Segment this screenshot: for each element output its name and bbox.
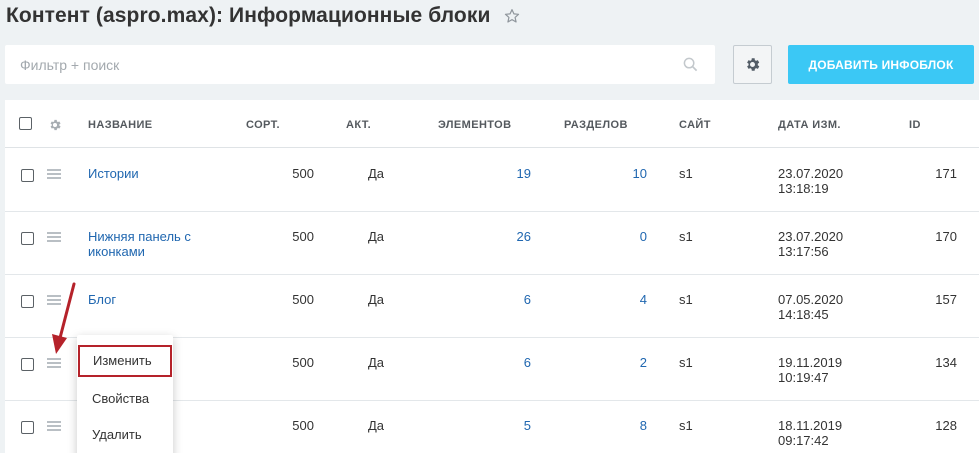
menu-item-delete[interactable]: Удалить [77, 419, 173, 451]
row-id: 170 [935, 229, 957, 244]
row-sort: 500 [292, 355, 314, 370]
gear-icon [747, 58, 760, 71]
filter-search-field[interactable] [5, 45, 715, 84]
row-date: 19.11.2019 10:19:47 [778, 355, 842, 385]
filter-search-input[interactable] [20, 56, 660, 73]
star-icon[interactable] [504, 8, 520, 24]
row-date-time: 09:17:42 [778, 433, 829, 448]
title-row: Контент (aspro.max): Информационные блок… [6, 2, 520, 30]
menu-item-properties[interactable]: Свойства [77, 383, 173, 415]
row-date-day: 19.11.2019 [778, 355, 843, 370]
row-name-link[interactable]: Истории [88, 166, 218, 181]
drag-handle-icon[interactable] [47, 169, 61, 181]
row-name-link[interactable]: Блог [88, 292, 218, 307]
table-row[interactable]: Истории 500 Да 19 10 s1 23.07.2020 13:18:… [5, 149, 979, 212]
menu-item-edit[interactable]: Изменить [78, 345, 172, 377]
row-id: 157 [935, 292, 957, 307]
row-site: s1 [679, 355, 693, 370]
add-infoblock-button[interactable]: ДОБАВИТЬ ИНФОБЛОК [788, 45, 974, 84]
row-id: 128 [935, 418, 957, 433]
row-active: Да [368, 229, 385, 244]
drag-handle-icon[interactable] [47, 232, 61, 244]
page-title: Контент (aspro.max): Информационные блок… [6, 4, 491, 27]
row-id: 134 [935, 355, 957, 370]
row-date-time: 13:18:19 [778, 181, 829, 196]
row-elements-link[interactable]: 26 [465, 229, 531, 244]
row-context-menu: Изменить Свойства Удалить [77, 335, 173, 453]
column-header-sections[interactable]: РАЗДЕЛОВ [564, 119, 628, 131]
row-sort: 500 [292, 292, 314, 307]
row-date-day: 23.07.2020 [778, 229, 844, 244]
row-id: 171 [935, 166, 957, 181]
row-date-time: 13:17:56 [778, 244, 829, 259]
row-site: s1 [679, 166, 693, 181]
row-sections-link[interactable]: 8 [585, 418, 647, 433]
row-checkbox[interactable] [21, 295, 34, 308]
row-date: 07.05.2020 14:18:45 [778, 292, 843, 322]
row-site: s1 [679, 418, 693, 433]
row-checkbox[interactable] [21, 358, 34, 371]
search-icon[interactable] [683, 57, 698, 77]
row-checkbox[interactable] [21, 232, 34, 245]
row-sections-link[interactable]: 2 [585, 355, 647, 370]
row-sections-link[interactable]: 10 [585, 166, 647, 181]
column-header-date[interactable]: ДАТА ИЗМ. [778, 119, 841, 131]
column-header-sort[interactable]: СОРТ. [246, 119, 280, 131]
settings-button[interactable] [733, 45, 772, 84]
grid-header: НАЗВАНИЕ СОРТ. АКТ. ЭЛЕМЕНТОВ РАЗДЕЛОВ С… [5, 100, 979, 148]
row-checkbox[interactable] [21, 169, 34, 182]
row-date-time: 14:18:45 [778, 307, 829, 322]
row-active: Да [368, 292, 385, 307]
row-sort: 500 [292, 229, 314, 244]
row-active: Да [368, 355, 385, 370]
row-active: Да [368, 418, 385, 433]
row-sections-link[interactable]: 0 [585, 229, 647, 244]
column-header-site[interactable]: САЙТ [679, 119, 711, 131]
column-header-name[interactable]: НАЗВАНИЕ [88, 119, 153, 131]
table-row[interactable]: Нижняя панель с иконками 500 Да 26 0 s1 … [5, 212, 979, 275]
row-site: s1 [679, 229, 693, 244]
row-date-day: 23.07.2020 [778, 166, 844, 181]
drag-handle-icon[interactable] [47, 421, 61, 433]
row-date: 18.11.2019 09:17:42 [778, 418, 842, 448]
row-checkbox[interactable] [21, 421, 34, 434]
row-elements-link[interactable]: 19 [465, 166, 531, 181]
row-date-day: 07.05.2020 [778, 292, 844, 307]
row-site: s1 [679, 292, 693, 307]
row-date: 23.07.2020 13:17:56 [778, 229, 843, 259]
row-elements-link[interactable]: 6 [465, 355, 531, 370]
row-elements-link[interactable]: 5 [465, 418, 531, 433]
column-settings-icon[interactable] [48, 118, 62, 137]
row-date: 23.07.2020 13:18:19 [778, 166, 843, 196]
column-header-id[interactable]: ID [909, 119, 921, 131]
row-sections-link[interactable]: 4 [585, 292, 647, 307]
row-date-day: 18.11.2019 [778, 418, 843, 433]
row-name-link[interactable]: Нижняя панель с иконками [88, 229, 208, 259]
row-date-time: 10:19:47 [778, 370, 829, 385]
row-elements-link[interactable]: 6 [465, 292, 531, 307]
table-row[interactable]: Блог 500 Да 6 4 s1 07.05.2020 14:18:45 15… [5, 275, 979, 338]
row-sort: 500 [292, 166, 314, 181]
column-header-elements[interactable]: ЭЛЕМЕНТОВ [438, 119, 511, 131]
arrow-icon [52, 282, 76, 354]
column-header-active[interactable]: АКТ. [346, 119, 371, 131]
row-sort: 500 [292, 418, 314, 433]
row-active: Да [368, 166, 385, 181]
select-all-checkbox[interactable] [19, 117, 32, 130]
